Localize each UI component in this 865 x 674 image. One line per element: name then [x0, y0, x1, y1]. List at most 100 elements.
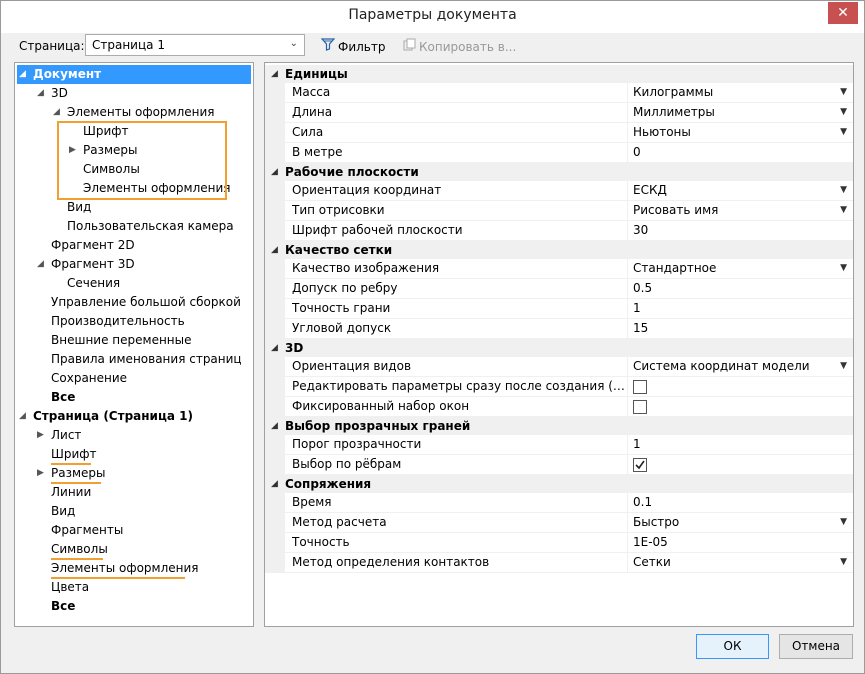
expanded-triangle-icon[interactable]: ◢ — [271, 339, 278, 357]
tree-item[interactable]: Вид — [15, 502, 253, 521]
tree-item[interactable]: ▶ Размеры — [15, 464, 253, 483]
property-row[interactable]: Сила Ньютоны ▼ — [265, 123, 853, 143]
tree-item[interactable]: Производительность — [15, 312, 253, 331]
column-divider[interactable] — [627, 553, 628, 573]
property-row[interactable]: Длина Миллиметры ▼ — [265, 103, 853, 123]
property-group-header[interactable]: ◢ Сопряжения — [265, 475, 853, 493]
dropdown-arrow-icon[interactable]: ▼ — [840, 103, 847, 122]
property-row[interactable]: Шрифт рабочей плоскости 30 — [265, 221, 853, 241]
tree-item[interactable]: ◢ Страница (Страница 1) — [15, 407, 253, 426]
tree-item[interactable]: Сохранение — [15, 369, 253, 388]
property-value[interactable]: 30 — [633, 221, 833, 240]
filter-button[interactable]: Фильтр — [320, 38, 385, 54]
dropdown-arrow-icon[interactable]: ▼ — [840, 123, 847, 142]
ok-button[interactable]: ОК — [696, 634, 769, 659]
column-divider[interactable] — [627, 513, 628, 533]
dropdown-arrow-icon[interactable]: ▼ — [840, 83, 847, 102]
property-row[interactable]: Редактировать параметры сразу после созд… — [265, 377, 853, 397]
column-divider[interactable] — [627, 397, 628, 417]
property-row[interactable]: Порог прозрачности 1 — [265, 435, 853, 455]
property-value[interactable]: 0 — [633, 143, 833, 162]
property-row[interactable]: Метод расчета Быстро ▼ — [265, 513, 853, 533]
column-divider[interactable] — [627, 319, 628, 339]
tree-item[interactable]: Фрагмент 2D — [15, 236, 253, 255]
property-group-header[interactable]: ◢ Выбор прозрачных граней — [265, 417, 853, 435]
property-row[interactable]: Метод определения контактов Сетки ▼ — [265, 553, 853, 573]
column-divider[interactable] — [627, 181, 628, 201]
column-divider[interactable] — [627, 201, 628, 221]
tree-item[interactable]: Все — [15, 597, 253, 616]
column-divider[interactable] — [627, 377, 628, 397]
property-row[interactable]: Точность 1E-05 — [265, 533, 853, 553]
tree-item[interactable]: Символы — [15, 540, 253, 559]
column-divider[interactable] — [627, 357, 628, 377]
dropdown-arrow-icon[interactable]: ▼ — [840, 201, 847, 220]
property-value[interactable]: Килограммы — [633, 83, 833, 102]
expanded-triangle-icon[interactable]: ◢ — [37, 84, 44, 103]
expanded-triangle-icon[interactable]: ◢ — [271, 65, 278, 83]
property-value[interactable]: Стандартное — [633, 259, 833, 278]
expanded-triangle-icon[interactable]: ◢ — [19, 407, 26, 426]
column-divider[interactable] — [627, 493, 628, 513]
column-divider[interactable] — [627, 435, 628, 455]
page-select[interactable]: Страница 1 ⌄ — [85, 34, 305, 56]
column-divider[interactable] — [627, 455, 628, 475]
property-value[interactable]: Рисовать имя — [633, 201, 833, 220]
dropdown-arrow-icon[interactable]: ▼ — [840, 259, 847, 278]
property-row[interactable]: Ориентация видов Система координат модели… — [265, 357, 853, 377]
property-checkbox[interactable] — [633, 400, 647, 414]
dropdown-arrow-icon[interactable]: ▼ — [840, 357, 847, 376]
tree-item[interactable]: Элементы оформления — [15, 559, 253, 578]
property-row[interactable]: Ориентация координат ЕСКД ▼ — [265, 181, 853, 201]
cancel-button[interactable]: Отмена — [779, 634, 853, 659]
property-value[interactable]: Сетки — [633, 553, 833, 572]
dropdown-arrow-icon[interactable]: ▼ — [840, 553, 847, 572]
column-divider[interactable] — [627, 259, 628, 279]
property-value[interactable]: 15 — [633, 319, 833, 338]
tree-item[interactable]: ▶ Лист — [15, 426, 253, 445]
property-value[interactable]: Система координат модели — [633, 357, 833, 376]
property-row[interactable]: Масса Килограммы ▼ — [265, 83, 853, 103]
property-value[interactable]: Быстро — [633, 513, 833, 532]
tree-item[interactable]: ◢ Элементы оформления — [15, 103, 253, 122]
property-row[interactable]: Угловой допуск 15 — [265, 319, 853, 339]
column-divider[interactable] — [627, 533, 628, 553]
property-value[interactable]: 1 — [633, 435, 833, 454]
column-divider[interactable] — [627, 299, 628, 319]
tree-item[interactable]: ◢ 3D — [15, 84, 253, 103]
tree-item[interactable]: Сечения — [15, 274, 253, 293]
property-value[interactable]: ЕСКД — [633, 181, 833, 200]
property-checkbox[interactable] — [633, 380, 647, 394]
tree-item[interactable]: Управление большой сборкой — [15, 293, 253, 312]
column-divider[interactable] — [627, 279, 628, 299]
property-value[interactable]: Ньютоны — [633, 123, 833, 142]
property-value[interactable]: Миллиметры — [633, 103, 833, 122]
column-divider[interactable] — [627, 123, 628, 143]
tree-item[interactable]: Пользовательская камера — [15, 217, 253, 236]
collapsed-triangle-icon[interactable]: ▶ — [37, 464, 44, 483]
collapsed-triangle-icon[interactable]: ▶ — [37, 426, 44, 445]
property-group-header[interactable]: ◢ Качество сетки — [265, 241, 853, 259]
copy-to-button[interactable]: Копировать в... — [403, 38, 516, 54]
expanded-triangle-icon[interactable]: ◢ — [271, 417, 278, 435]
property-value[interactable]: 1 — [633, 299, 833, 318]
property-row[interactable]: Качество изображения Стандартное ▼ — [265, 259, 853, 279]
tree-item[interactable]: Вид — [15, 198, 253, 217]
property-group-header[interactable]: ◢ 3D — [265, 339, 853, 357]
property-row[interactable]: Фиксированный набор окон — [265, 397, 853, 417]
column-divider[interactable] — [627, 143, 628, 163]
property-row[interactable]: Допуск по ребру 0.5 — [265, 279, 853, 299]
dropdown-arrow-icon[interactable]: ▼ — [840, 181, 847, 200]
expanded-triangle-icon[interactable]: ◢ — [37, 255, 44, 274]
property-row[interactable]: Тип отрисовки Рисовать имя ▼ — [265, 201, 853, 221]
tree-item[interactable]: ◢ Фрагмент 3D — [15, 255, 253, 274]
property-value[interactable]: 0.1 — [633, 493, 833, 512]
column-divider[interactable] — [627, 103, 628, 123]
property-row[interactable]: В метре 0 — [265, 143, 853, 163]
property-row[interactable]: Время 0.1 — [265, 493, 853, 513]
expanded-triangle-icon[interactable]: ◢ — [271, 163, 278, 181]
property-value[interactable]: 0.5 — [633, 279, 833, 298]
tree-item[interactable]: Цвета — [15, 578, 253, 597]
expanded-triangle-icon[interactable]: ◢ — [53, 103, 60, 122]
tree-item[interactable]: Фрагменты — [15, 521, 253, 540]
